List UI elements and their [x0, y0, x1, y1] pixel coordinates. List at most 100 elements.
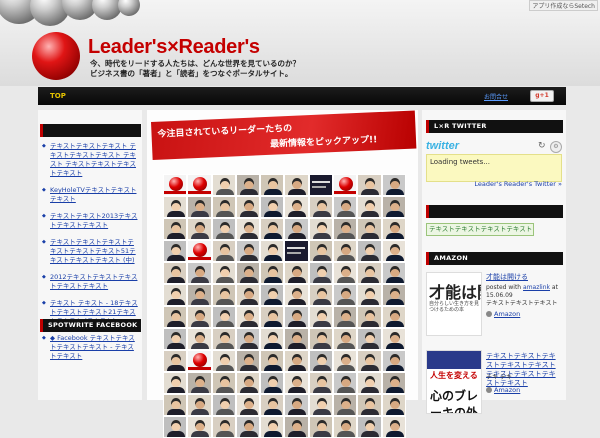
book-title-link[interactable]: テキストテキストテキストテキストテキストテキストテキストテキストテキスト: [486, 352, 562, 388]
leader-photo-tile[interactable]: [333, 350, 358, 372]
leader-photo-tile[interactable]: [381, 262, 406, 284]
leader-photo-tile[interactable]: [308, 306, 334, 328]
refresh-icon[interactable]: ↻: [538, 141, 546, 151]
leader-photo-tile[interactable]: [211, 306, 236, 328]
leader-photo-tile[interactable]: [308, 394, 334, 416]
recent-post-link[interactable]: KeyHoleTVテキストテキストテキスト: [42, 186, 140, 204]
leader-photo-tile[interactable]: [211, 174, 236, 196]
leader-logo-tile[interactable]: [333, 174, 358, 196]
leader-photo-tile[interactable]: [308, 372, 334, 394]
leader-photo-tile[interactable]: [163, 240, 188, 262]
leader-photo-tile[interactable]: [211, 196, 236, 218]
leader-photo-tile[interactable]: [284, 196, 309, 218]
leader-photo-tile[interactable]: [381, 328, 406, 350]
leader-photo-tile[interactable]: [308, 196, 334, 218]
leader-photo-tile[interactable]: [308, 218, 334, 240]
leader-photo-tile[interactable]: [357, 328, 382, 350]
leader-photo-tile[interactable]: [187, 262, 212, 284]
leader-photo-tile[interactable]: [235, 350, 261, 372]
leader-photo-tile[interactable]: [284, 394, 309, 416]
leader-photo-tile[interactable]: [357, 394, 382, 416]
nav-top-link[interactable]: TOP: [50, 92, 66, 100]
leader-photo-tile[interactable]: [235, 394, 261, 416]
leader-photo-tile[interactable]: [163, 262, 188, 284]
leader-photo-tile[interactable]: [381, 284, 406, 306]
leader-photo-tile[interactable]: [333, 218, 358, 240]
leader-photo-tile[interactable]: [235, 218, 261, 240]
leader-photo-tile[interactable]: [211, 350, 236, 372]
leader-photo-tile[interactable]: [308, 416, 334, 438]
leader-photo-tile[interactable]: [260, 350, 285, 372]
leader-photo-tile[interactable]: [357, 284, 382, 306]
leader-photo-tile[interactable]: [284, 372, 309, 394]
leader-logo-tile[interactable]: [187, 174, 212, 196]
leader-photo-tile[interactable]: [308, 262, 334, 284]
leader-photo-tile[interactable]: [357, 416, 382, 438]
leader-photo-tile[interactable]: [333, 196, 358, 218]
leader-photo-tile[interactable]: [211, 240, 236, 262]
leader-photo-tile[interactable]: [163, 328, 188, 350]
leader-photo-tile[interactable]: [211, 218, 236, 240]
leader-logo-tile[interactable]: [187, 240, 212, 262]
leader-photo-tile[interactable]: [187, 196, 212, 218]
leader-photo-tile[interactable]: [260, 306, 285, 328]
leader-photo-tile[interactable]: [163, 306, 188, 328]
leader-photo-tile[interactable]: [235, 284, 261, 306]
leader-photo-tile[interactable]: [381, 196, 406, 218]
leader-photo-tile[interactable]: [235, 196, 261, 218]
site-logo[interactable]: Leader's×Reader's: [88, 36, 260, 59]
leader-photo-tile[interactable]: [235, 416, 261, 438]
leader-photo-tile[interactable]: [211, 284, 236, 306]
leader-text-tile[interactable]: [308, 174, 334, 196]
amazon-link[interactable]: Amazon: [486, 386, 520, 394]
leader-photo-tile[interactable]: [187, 394, 212, 416]
leader-photo-tile[interactable]: [357, 196, 382, 218]
leader-photo-tile[interactable]: [260, 262, 285, 284]
leader-photo-tile[interactable]: [163, 416, 188, 438]
twitter-settings-icon[interactable]: ⚙: [550, 141, 562, 153]
leader-photo-tile[interactable]: [163, 394, 188, 416]
recent-post-link[interactable]: テキストテキスト2013テキストテキストテキスト: [42, 212, 140, 230]
book-cover-image[interactable]: 才能は開ける 自分らしい生き方を見つけるための本: [426, 272, 482, 336]
book-cover-image[interactable]: 人生を変える 心のブレーキの外し方: [426, 350, 482, 414]
book-title-link[interactable]: 才能は開ける: [486, 272, 528, 282]
leader-photo-tile[interactable]: [284, 262, 309, 284]
leader-photo-tile[interactable]: [357, 306, 382, 328]
leader-logo-tile[interactable]: [187, 350, 212, 372]
twitter-profile-link[interactable]: Leader's Reader's Twitter »: [474, 180, 562, 188]
nav-contact-link[interactable]: お問合せ: [484, 92, 508, 101]
leader-photo-tile[interactable]: [187, 218, 212, 240]
amazlink-link[interactable]: amazlink: [523, 284, 550, 291]
leader-photo-tile[interactable]: [284, 306, 309, 328]
leader-photo-tile[interactable]: [211, 328, 236, 350]
leader-photo-tile[interactable]: [333, 306, 358, 328]
recent-post-link[interactable]: 2012テキストテキストテキストテキストテキスト: [42, 273, 140, 291]
leader-photo-tile[interactable]: [211, 394, 236, 416]
leader-photo-tile[interactable]: [308, 350, 334, 372]
leader-photo-tile[interactable]: [357, 372, 382, 394]
leader-photo-tile[interactable]: [357, 174, 382, 196]
leader-photo-tile[interactable]: [381, 218, 406, 240]
leader-photo-tile[interactable]: [333, 284, 358, 306]
featured-banner[interactable]: 今注目されているリーダーたちの 最新情報をピックアップ!!: [151, 110, 417, 160]
leader-photo-tile[interactable]: [357, 240, 382, 262]
leader-photo-tile[interactable]: [381, 394, 406, 416]
leader-photo-tile[interactable]: [235, 174, 261, 196]
leader-photo-tile[interactable]: [163, 196, 188, 218]
leader-photo-tile[interactable]: [163, 350, 188, 372]
leader-photo-tile[interactable]: [260, 240, 285, 262]
leader-photo-tile[interactable]: [333, 372, 358, 394]
leader-photo-tile[interactable]: [187, 372, 212, 394]
leader-photo-tile[interactable]: [187, 328, 212, 350]
leader-photo-tile[interactable]: [260, 416, 285, 438]
leader-photo-tile[interactable]: [284, 416, 309, 438]
leader-photo-tile[interactable]: [211, 372, 236, 394]
leader-photo-tile[interactable]: [333, 394, 358, 416]
leader-photo-tile[interactable]: [333, 416, 358, 438]
leader-photo-tile[interactable]: [260, 196, 285, 218]
leader-photo-tile[interactable]: [357, 350, 382, 372]
subscribe-link[interactable]: テキストテキストテキストテキスト: [426, 223, 534, 236]
leader-photo-tile[interactable]: [333, 328, 358, 350]
leader-photo-tile[interactable]: [260, 372, 285, 394]
leader-photo-tile[interactable]: [308, 284, 334, 306]
